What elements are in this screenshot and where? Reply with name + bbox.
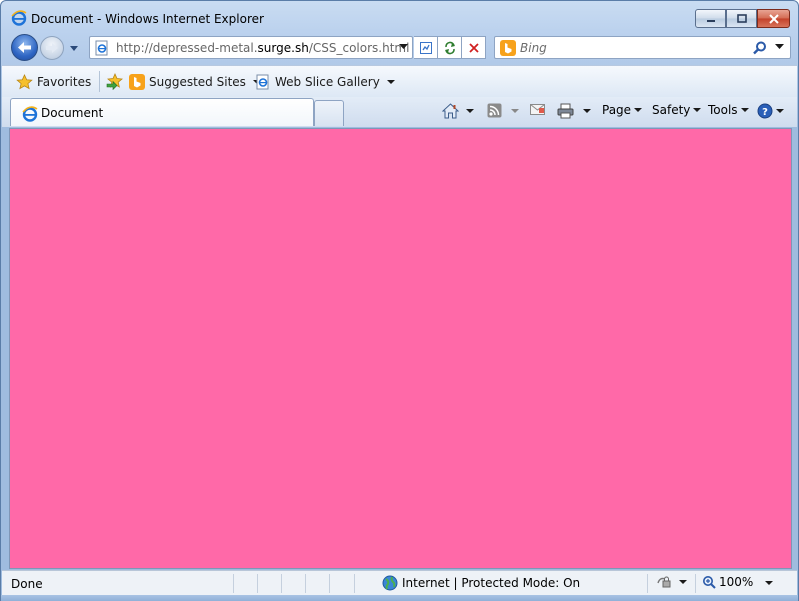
- rss-feed-icon: [487, 103, 502, 118]
- address-actions: [414, 36, 486, 59]
- url-text[interactable]: http://depressed-metal.surge.sh/CSS_colo…: [116, 41, 409, 55]
- stop-button[interactable]: [462, 36, 486, 59]
- home-button[interactable]: [442, 103, 474, 119]
- feeds-button[interactable]: [487, 103, 519, 118]
- zoom-icon: [703, 576, 716, 589]
- close-icon: [768, 13, 779, 24]
- mail-icon: [530, 104, 545, 115]
- help-button[interactable]: ?: [757, 103, 784, 119]
- add-to-favorites-bar-icon[interactable]: [106, 73, 124, 90]
- search-icon[interactable]: [752, 40, 768, 56]
- forward-button[interactable]: [40, 36, 64, 60]
- window-title: Document - Windows Internet Explorer: [31, 12, 264, 26]
- zone-text: Internet | Protected Mode: On: [402, 576, 581, 590]
- ie-page-icon: [95, 40, 108, 56]
- ie-page-icon: [22, 106, 38, 122]
- status-text: Done: [11, 577, 43, 591]
- restore-button[interactable]: [726, 9, 757, 28]
- status-divider: [647, 574, 648, 593]
- home-icon: [442, 103, 459, 119]
- tab-label: Document: [41, 106, 104, 120]
- compatibility-view-button[interactable]: [414, 36, 438, 59]
- svg-text:?: ?: [762, 107, 768, 118]
- status-divider: [329, 574, 330, 593]
- web-slice-gallery-label: Web Slice Gallery: [275, 75, 380, 89]
- favorites-button[interactable]: Favorites: [16, 74, 91, 90]
- suggested-sites-label: Suggested Sites: [149, 75, 246, 89]
- ie-page-icon: [256, 74, 269, 90]
- tools-menu-button[interactable]: Tools: [708, 103, 749, 117]
- status-divider: [695, 574, 696, 593]
- page-menu-label: Page: [602, 103, 632, 117]
- title-bar: Document - Windows Internet Explorer: [1, 1, 798, 33]
- status-bar: Done Internet | Protected Mode: On 100%: [2, 570, 797, 595]
- bing-logo-icon: [129, 74, 145, 90]
- chevron-down-icon: [740, 108, 749, 112]
- chevron-down-icon[interactable]: [511, 108, 519, 113]
- minimize-button[interactable]: [695, 9, 726, 28]
- read-mail-button[interactable]: [530, 103, 545, 116]
- restore-icon: [736, 13, 747, 23]
- chevron-down-icon: [679, 580, 687, 584]
- refresh-button[interactable]: [438, 36, 462, 59]
- favorites-label: Favorites: [37, 75, 92, 89]
- page-viewport[interactable]: [9, 128, 792, 569]
- search-box[interactable]: Bing: [494, 36, 791, 59]
- suggested-sites-button[interactable]: Suggested Sites: [129, 74, 261, 90]
- page-menu-button[interactable]: Page: [602, 103, 643, 117]
- tools-menu-label: Tools: [708, 103, 738, 117]
- chevron-down-icon: [776, 109, 784, 113]
- globe-icon: [382, 575, 398, 591]
- window-bottom-frame: [1, 595, 798, 601]
- protected-mode-button[interactable]: [656, 575, 687, 589]
- favorites-star-icon: [16, 74, 33, 90]
- recent-pages-dropdown-icon[interactable]: [68, 43, 80, 53]
- chevron-down-icon[interactable]: [466, 109, 474, 113]
- status-divider: [233, 574, 234, 593]
- zoom-button[interactable]: 100%: [702, 575, 753, 589]
- status-divider: [354, 574, 355, 593]
- print-button[interactable]: [557, 103, 591, 119]
- bing-logo-icon: [500, 40, 516, 56]
- new-tab-button[interactable]: [314, 100, 344, 126]
- caption-buttons: [695, 9, 790, 28]
- favorites-bar: Favorites Suggested Sites Web Slice Gall…: [2, 65, 797, 97]
- help-icon: ?: [757, 103, 773, 119]
- status-divider: [305, 574, 306, 593]
- stop-icon: [468, 42, 479, 53]
- chevron-down-icon: [386, 80, 395, 84]
- chevron-down-icon: [634, 108, 643, 112]
- close-button[interactable]: [757, 9, 790, 28]
- search-options-dropdown-icon[interactable]: [775, 44, 784, 50]
- browser-window: Document - Windows Internet Explorer htt…: [0, 0, 799, 601]
- minimize-icon: [706, 19, 715, 22]
- safety-menu-button[interactable]: Safety: [652, 103, 702, 117]
- compatibility-view-icon: [419, 41, 432, 54]
- back-arrow-icon: [18, 42, 31, 53]
- chevron-down-icon: [693, 108, 702, 112]
- address-dropdown-icon[interactable]: [399, 44, 408, 50]
- security-zone[interactable]: Internet | Protected Mode: On: [382, 575, 580, 591]
- search-placeholder[interactable]: Bing: [520, 41, 547, 55]
- zoom-level: 100%: [719, 575, 754, 589]
- tab-document[interactable]: Document: [10, 98, 314, 126]
- back-button[interactable]: [11, 34, 38, 61]
- page-background: [10, 129, 791, 568]
- printer-icon: [557, 103, 574, 119]
- status-divider: [281, 574, 282, 593]
- refresh-icon: [444, 41, 455, 54]
- lock-icon: [657, 576, 671, 588]
- chevron-down-icon[interactable]: [583, 109, 591, 113]
- address-bar[interactable]: http://depressed-metal.surge.sh/CSS_colo…: [89, 36, 413, 59]
- web-slice-gallery-button[interactable]: Web Slice Gallery: [255, 74, 395, 90]
- ie-logo-icon: [11, 10, 27, 26]
- chevron-down-icon[interactable]: [765, 581, 773, 585]
- favorites-separator: [99, 71, 100, 92]
- safety-menu-label: Safety: [652, 103, 691, 117]
- status-divider: [257, 574, 258, 593]
- forward-arrow-icon: [46, 43, 58, 53]
- tab-row: Document Page Safety Tools ?: [2, 97, 797, 127]
